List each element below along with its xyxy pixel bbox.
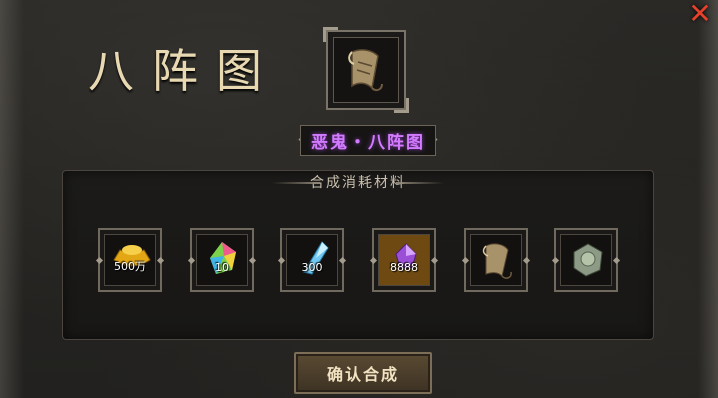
slot-ornament <box>551 256 560 265</box>
material-count: 10 <box>215 261 229 274</box>
left-torn-edge <box>0 0 24 398</box>
page-title: 八阵图 <box>88 44 280 98</box>
right-torn-edge <box>698 0 718 398</box>
material-slot-2[interactable]: 10 <box>187 228 257 292</box>
material-count: 8888 <box>390 261 418 274</box>
material-slot-3[interactable]: 300 <box>277 228 347 292</box>
item-name: 恶鬼・八阵图 <box>300 124 436 156</box>
materials-header: 合成消耗材料 <box>248 172 468 194</box>
confirm-synthesis-button[interactable]: 确认合成 <box>294 352 432 394</box>
slot-ornament <box>461 256 470 265</box>
material-slot-4[interactable]: 8888 <box>369 228 439 292</box>
scroll-icon <box>348 49 383 92</box>
jade-stone-icon <box>573 243 603 277</box>
material-slot-6[interactable] <box>551 228 621 292</box>
scroll-icon <box>482 243 512 279</box>
purple-gem-icon <box>395 243 417 269</box>
rainbow-gem-icon <box>210 242 236 274</box>
material-count: 300 <box>301 261 323 274</box>
blue-crystal-icon <box>303 241 329 275</box>
close-icon[interactable]: ✕ <box>686 0 714 28</box>
synthesis-panel: ✕ 八阵图 恶鬼・八阵图 合成消耗材料 500万 10 300 8888 确认合… <box>0 0 718 398</box>
target-item-slot[interactable] <box>323 27 409 113</box>
material-slot-1[interactable]: 500万 <box>95 228 165 292</box>
material-count: 500万 <box>114 260 146 273</box>
material-slot-5[interactable] <box>461 228 531 292</box>
item-name-bar: 恶鬼・八阵图 <box>294 124 442 156</box>
